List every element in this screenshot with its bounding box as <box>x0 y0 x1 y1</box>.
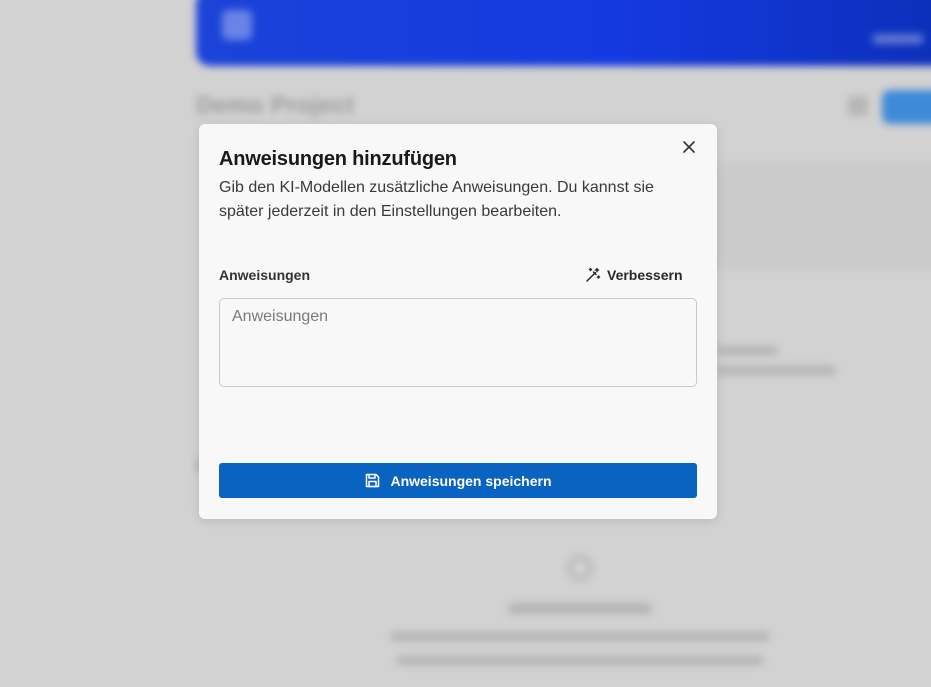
magic-wand-icon <box>585 267 601 283</box>
dialog-title: Anweisungen hinzufügen <box>219 148 457 170</box>
floppy-disk-icon <box>364 472 381 489</box>
primary-action-button <box>882 90 931 124</box>
save-instructions-button[interactable]: Anweisungen speichern <box>219 463 697 498</box>
empty-state-title <box>508 603 652 614</box>
instructions-input[interactable] <box>219 298 697 387</box>
header-banner <box>196 0 931 66</box>
save-label: Anweisungen speichern <box>390 472 552 489</box>
banner-text-placeholder <box>872 34 924 44</box>
background-text-line <box>716 366 836 375</box>
settings-icon <box>848 96 868 116</box>
project-title: Demo Project <box>196 92 355 119</box>
close-button[interactable] <box>677 137 701 161</box>
dialog-description: Gib den KI-Modellen zusätzliche Anweisun… <box>219 179 654 220</box>
instructions-label: Anweisungen <box>219 267 311 283</box>
close-icon <box>681 139 697 160</box>
background-panel <box>700 162 931 270</box>
improve-label: Verbessern <box>607 267 683 283</box>
empty-state-text <box>396 656 764 665</box>
add-instructions-dialog: Anweisungen hinzufügen Gib den KI-Modell… <box>199 124 717 519</box>
empty-state-text <box>390 632 770 641</box>
empty-state-icon <box>568 556 592 580</box>
improve-button[interactable]: Verbessern <box>585 265 683 285</box>
banner-logo-icon <box>222 10 252 40</box>
background-text-line <box>716 346 778 355</box>
